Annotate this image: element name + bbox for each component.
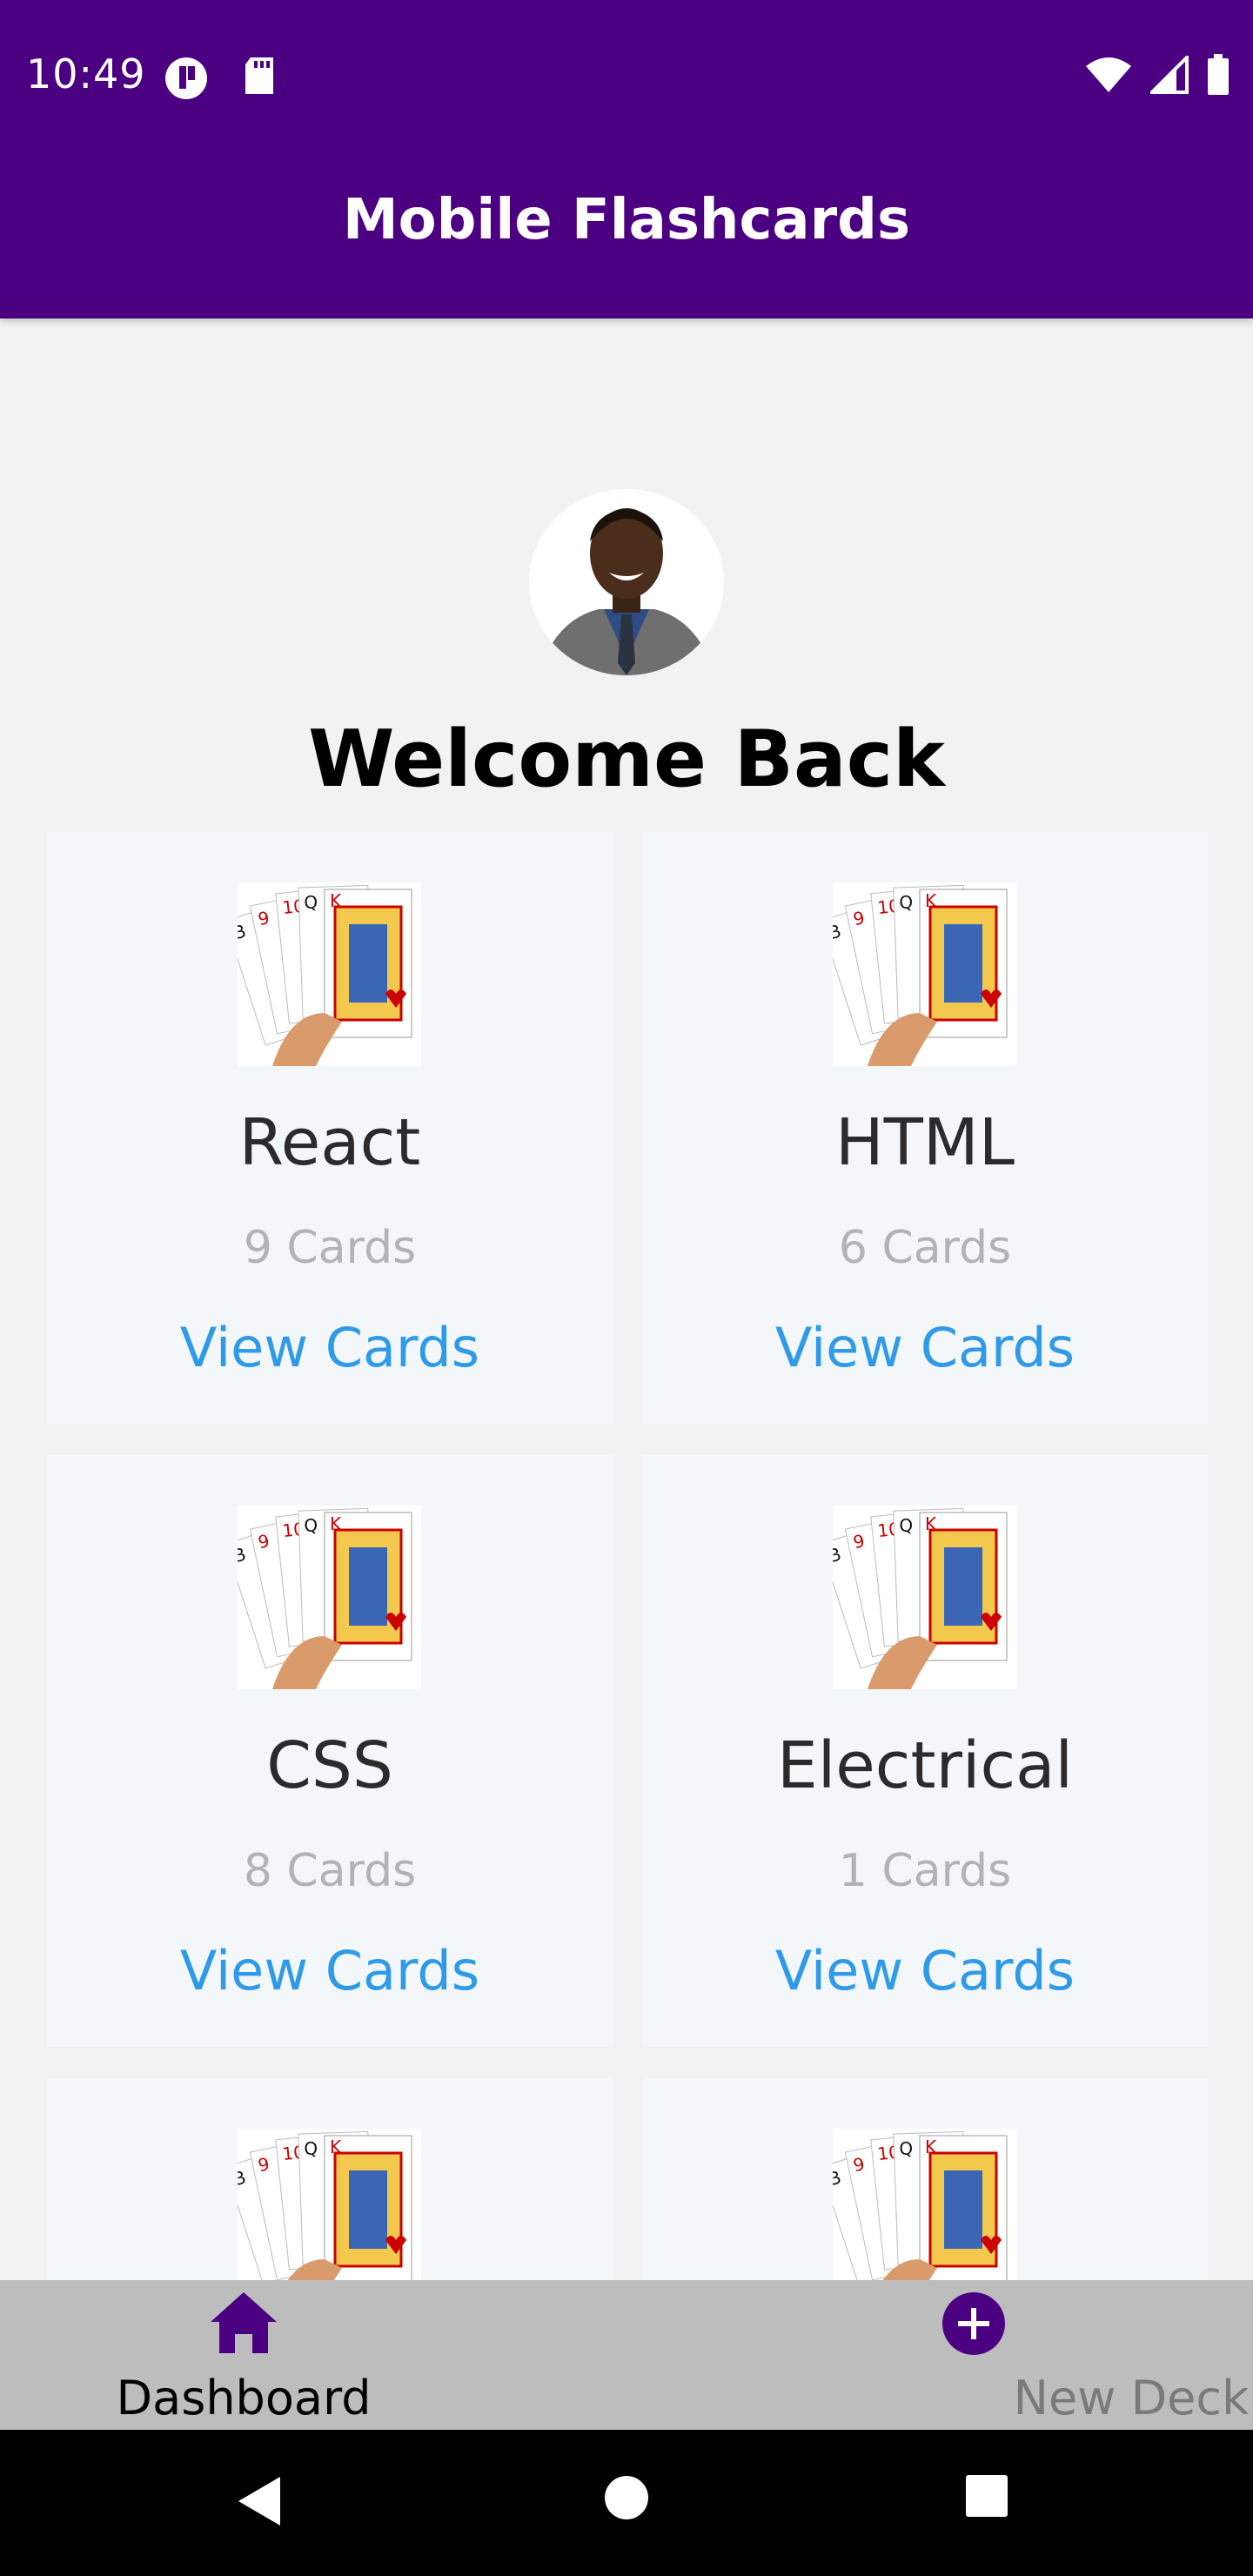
- view-cards-link[interactable]: View Cards: [642, 1939, 1208, 2002]
- svg-text:K: K: [330, 890, 342, 911]
- home-button-icon[interactable]: [602, 2473, 651, 2526]
- deck-card-count: 8 Cards: [243, 1845, 417, 1897]
- signal-icon: [1148, 53, 1189, 98]
- deck-card[interactable]: 3 9 10 Q K HTML 6 Cards View Cards: [642, 832, 1208, 1424]
- svg-text:Q: Q: [899, 1514, 914, 1536]
- recents-icon[interactable]: [964, 2473, 1009, 2523]
- deck-card[interactable]: 3 9 10 Q K: [642, 2078, 1208, 2280]
- deck-title: React: [238, 1105, 421, 1180]
- tile-app-icon: [164, 56, 209, 105]
- playing-cards-image: 3 9 10 Q K: [224, 2129, 421, 2280]
- svg-text:Q: Q: [899, 2137, 914, 2159]
- deck-title: Electrical: [776, 1728, 1074, 1803]
- wifi-icon: [1084, 56, 1133, 98]
- status-left-icons: [164, 56, 277, 105]
- deck-card[interactable]: 3 9 10 Q K: [47, 2078, 613, 2280]
- playing-cards-image: 3 9 10 Q K: [820, 882, 1016, 1066]
- tab-dashboard-label: Dashboard: [116, 2371, 372, 2425]
- app-bar: Mobile Flashcards: [0, 146, 1253, 319]
- tab-dashboard[interactable]: Dashboard: [0, 2280, 626, 2430]
- back-icon[interactable]: [233, 2473, 285, 2533]
- view-cards-link[interactable]: View Cards: [47, 1939, 613, 2002]
- plus-circle-icon: [939, 2289, 1008, 2363]
- deck-title: CSS: [266, 1728, 393, 1803]
- battery-icon: [1206, 54, 1230, 100]
- playing-cards-image: 3 9 10 Q K: [820, 1506, 1016, 1689]
- status-bar: 10:49: [0, 0, 1253, 146]
- deck-title: HTML: [835, 1105, 1015, 1180]
- status-right-icons: [1084, 53, 1230, 100]
- svg-text:Q: Q: [304, 1514, 318, 1536]
- deck-card[interactable]: 3 9 10 Q K Electrical 1 Cards View Cards: [642, 1455, 1208, 2047]
- svg-text:K: K: [330, 1513, 342, 1534]
- playing-cards-image: 3 9 10 Q K: [224, 882, 421, 1066]
- svg-text:K: K: [925, 1513, 937, 1534]
- system-nav-bar: [0, 2430, 1253, 2576]
- deck-card-count: 1 Cards: [838, 1845, 1012, 1897]
- view-cards-link[interactable]: View Cards: [642, 1316, 1208, 1379]
- svg-text:K: K: [925, 890, 937, 911]
- welcome-heading: Welcome Back: [308, 714, 945, 805]
- tab-new-deck[interactable]: New Deck: [626, 2280, 1253, 2430]
- playing-cards-image: 3 9 10 Q K: [224, 1506, 421, 1689]
- svg-text:Q: Q: [304, 2137, 318, 2159]
- playing-cards-image: 3 9 10 Q K: [820, 2129, 1016, 2280]
- svg-text:Q: Q: [899, 891, 914, 913]
- home-icon: [207, 2289, 280, 2361]
- bottom-nav: Dashboard New Deck: [0, 2280, 1253, 2430]
- avatar: [529, 489, 724, 675]
- deck-grid: 3 9 10 Q K React 9 Cards View Cards 3 9 …: [47, 832, 1208, 2280]
- tab-new-deck-label: New Deck: [1013, 2371, 1250, 2425]
- svg-text:Q: Q: [304, 891, 318, 913]
- sd-card-icon: [242, 56, 277, 105]
- dashboard-content[interactable]: Welcome Back 3 9 10 Q K React 9 Cards Vi…: [0, 319, 1253, 2280]
- deck-card[interactable]: 3 9 10 Q K React 9 Cards View Cards: [47, 832, 613, 1424]
- status-time: 10:49: [26, 50, 146, 97]
- app-title: Mobile Flashcards: [342, 188, 911, 252]
- deck-card[interactable]: 3 9 10 Q K CSS 8 Cards View Cards: [47, 1455, 613, 2047]
- svg-text:K: K: [925, 2137, 937, 2157]
- deck-card-count: 6 Cards: [838, 1222, 1012, 1274]
- view-cards-link[interactable]: View Cards: [47, 1316, 613, 1379]
- svg-text:K: K: [330, 2137, 342, 2157]
- deck-card-count: 9 Cards: [243, 1222, 417, 1274]
